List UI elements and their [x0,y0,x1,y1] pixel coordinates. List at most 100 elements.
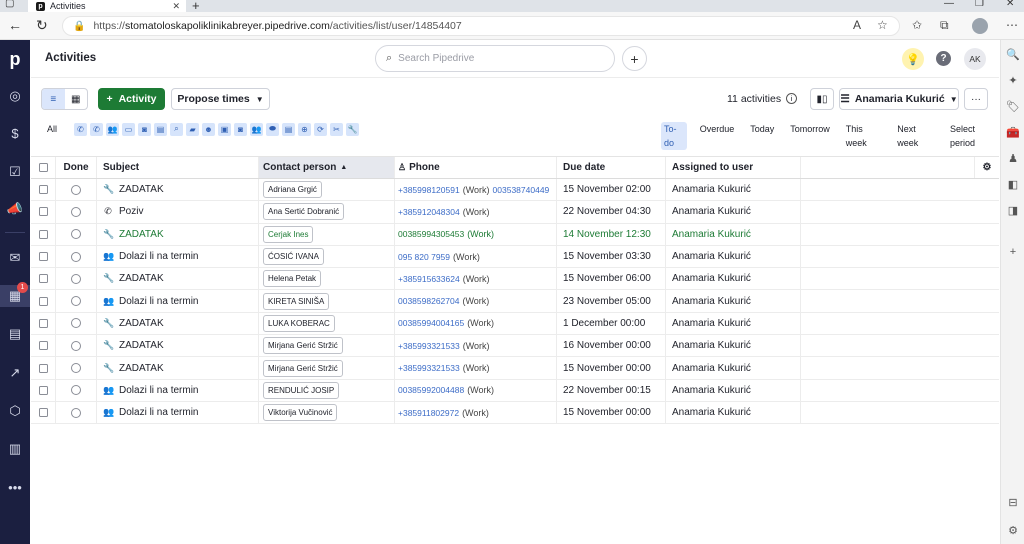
help-icon[interactable]: ? [936,51,951,66]
insights-chart-icon[interactable]: ↗ [0,362,30,384]
favorites-icon[interactable]: ✩ [912,18,922,32]
row-checkbox[interactable] [31,223,56,245]
select-all-checkbox[interactable] [31,157,56,178]
camera-type-icon[interactable]: ◙ [138,122,152,136]
row-checkbox[interactable] [31,179,56,201]
contact-link[interactable]: ĆOSIĆ IVANA [263,248,324,266]
done-radio[interactable] [56,379,97,401]
products-box-icon[interactable]: ⬡ [0,400,30,422]
done-radio[interactable] [56,179,97,201]
contact-link[interactable]: Mirjana Gerić Stržić [263,337,343,355]
list-view-icon[interactable]: ≡ [42,89,65,109]
done-radio[interactable] [56,268,97,290]
document-type-icon[interactable]: ▤ [154,122,168,136]
focus-target-icon[interactable]: ◎ [0,85,30,107]
subject-cell[interactable]: 🔧 ZADATAK [97,312,259,335]
collections-icon[interactable]: ⧉ [940,18,949,33]
add-favorite-icon[interactable]: ☆ [877,18,888,32]
camera2-type-icon[interactable]: ◙ [234,122,248,136]
lightbulb-icon[interactable]: 💡 [902,48,924,70]
browser-profile-avatar[interactable] [972,18,988,34]
contact-link[interactable]: Adriana Grgić [263,181,322,199]
subject-cell[interactable]: 👥 Dolazi li na termin [97,290,259,312]
quick-add-button[interactable]: + [622,46,647,71]
sidebar-search-icon[interactable]: 🔍 [1001,48,1024,61]
subject-cell[interactable]: 🔧 ZADATAK [97,335,259,357]
contacts-card-icon[interactable]: ▤ [0,323,30,345]
sidebar-shopping-icon[interactable]: 🏷 [1001,100,1024,113]
propose-times-button[interactable]: Propose times ▼ [171,88,270,110]
header-done[interactable]: Done [56,157,97,178]
phone-link[interactable]: +385911802972 [398,408,459,418]
projects-clipboard-icon[interactable]: ☑ [0,161,30,183]
table-row[interactable]: 🔧 ZADATAK LUKA KOBERAC 00385994004165 (Work)… [31,312,999,336]
contact-link[interactable]: Ana Sertić Dobranić [263,203,345,221]
period-overdue[interactable]: Overdue [697,122,738,150]
refresh-type-icon[interactable]: ⟳ [314,122,328,136]
user-type-icon[interactable]: ☻ [202,122,216,136]
header-phone[interactable]: ♙ Phone [395,157,557,178]
address-bar[interactable]: 🔒 https://stomatoloskapoliklinikabreyer.… [62,16,900,36]
header-contact[interactable]: Contact person ▲ [259,157,395,178]
table-row[interactable]: 🔧 ZADATAK Mirjana Gerić Stržić +38599332153… [31,357,999,380]
done-radio[interactable] [56,290,97,312]
done-radio[interactable] [56,312,97,335]
table-row[interactable]: 🔧 ZADATAK Adriana Grgić +385998120591 (Work)… [31,179,999,202]
sidebar-add-icon[interactable]: + [1001,246,1024,258]
phone-link[interactable]: +385912048304 [398,207,460,217]
scissors-type-icon[interactable]: ✂ [330,122,344,136]
subject-cell[interactable]: 🔧 ZADATAK [97,268,259,290]
table-row[interactable]: 🔧 ZADATAK Mirjana Gerić Stržić +38599332153… [31,335,999,358]
add-activity-button[interactable]: + Activity [98,88,165,110]
read-aloud-icon[interactable]: A [853,18,861,32]
subject-cell[interactable]: ✆ Poziv [97,201,259,223]
table-row[interactable]: 👥 Dolazi li na termin Viktorija Vučinović +… [31,401,999,425]
restore-icon[interactable]: ❐ [975,0,984,9]
phone-link[interactable]: 095 820 7959 [398,252,450,262]
call-type-icon[interactable]: ✆ [74,122,88,136]
subject-cell[interactable]: 👥 Dolazi li na termin [97,379,259,401]
table-row[interactable]: 👥 Dolazi li na termin RENDULIĆ JOSIP 003859… [31,379,999,402]
search-type-icon[interactable]: ⌕ [170,122,184,136]
minimize-icon[interactable]: — [944,0,954,9]
browser-tab-activities[interactable]: p Activities ✕ [28,0,186,12]
contact-link[interactable]: Mirjana Gerić Stržić [263,359,343,377]
contact-link[interactable]: LUKA KOBERAC [263,314,335,332]
search-input[interactable]: ⌕ Search Pipedrive [375,45,615,72]
contact-link[interactable]: RENDULIĆ JOSIP [263,381,340,399]
row-checkbox[interactable] [31,401,56,424]
contact-link[interactable]: Cerjak Ines [263,225,314,243]
avatar[interactable]: AK [964,48,986,70]
subject-cell[interactable]: 🔧 ZADATAK [97,357,259,379]
phone-link[interactable]: +385993321533 [398,341,460,351]
done-radio[interactable] [56,245,97,268]
pill-type-icon[interactable]: ⬬ [266,122,280,136]
call-outgoing-type-icon[interactable]: ✆ [90,122,104,136]
sidebar-settings-icon[interactable]: ⚙ [1001,524,1024,537]
back-arrow-icon[interactable]: ← [8,17,22,33]
inbox-type-icon[interactable]: ▭ [122,122,136,136]
pipedrive-logo-icon[interactable]: p [0,48,30,70]
wrench-type-icon[interactable]: 🔧 [346,122,360,136]
phone-link[interactable]: +385998120591 [398,185,460,195]
row-checkbox[interactable] [31,312,56,335]
period-today[interactable]: Today [747,122,777,150]
row-checkbox[interactable] [31,268,56,290]
period-next-week[interactable]: Next week [894,122,937,150]
lock-type-icon[interactable]: ▣ [218,122,232,136]
subject-cell[interactable]: 👥 Dolazi li na termin [97,401,259,424]
close-window-icon[interactable]: ✕ [1006,0,1014,9]
browser-menu-icon[interactable]: ⋯ [1006,18,1018,32]
table-row[interactable]: 👥 Dolazi li na termin ĆOSIĆ IVANA 095 820 7… [31,245,999,269]
row-checkbox[interactable] [31,245,56,268]
row-checkbox[interactable] [31,379,56,401]
table-row[interactable]: 🔧 ZADATAK Helena Petak +385915633624 (Work) 1… [31,268,999,291]
period-select-period[interactable]: Select period [947,122,999,150]
table-row[interactable]: 🔧 ZADATAK Cerjak Ines 00385994305453 (Work) 1… [31,223,999,246]
mail-icon[interactable]: ✉ [0,247,30,269]
columns-layout-button[interactable]: ▮▯ [810,88,834,110]
done-radio[interactable] [56,401,97,424]
done-radio[interactable] [56,357,97,379]
period-tomorrow[interactable]: Tomorrow [787,122,833,150]
header-assigned[interactable]: Assigned to user [666,157,801,178]
